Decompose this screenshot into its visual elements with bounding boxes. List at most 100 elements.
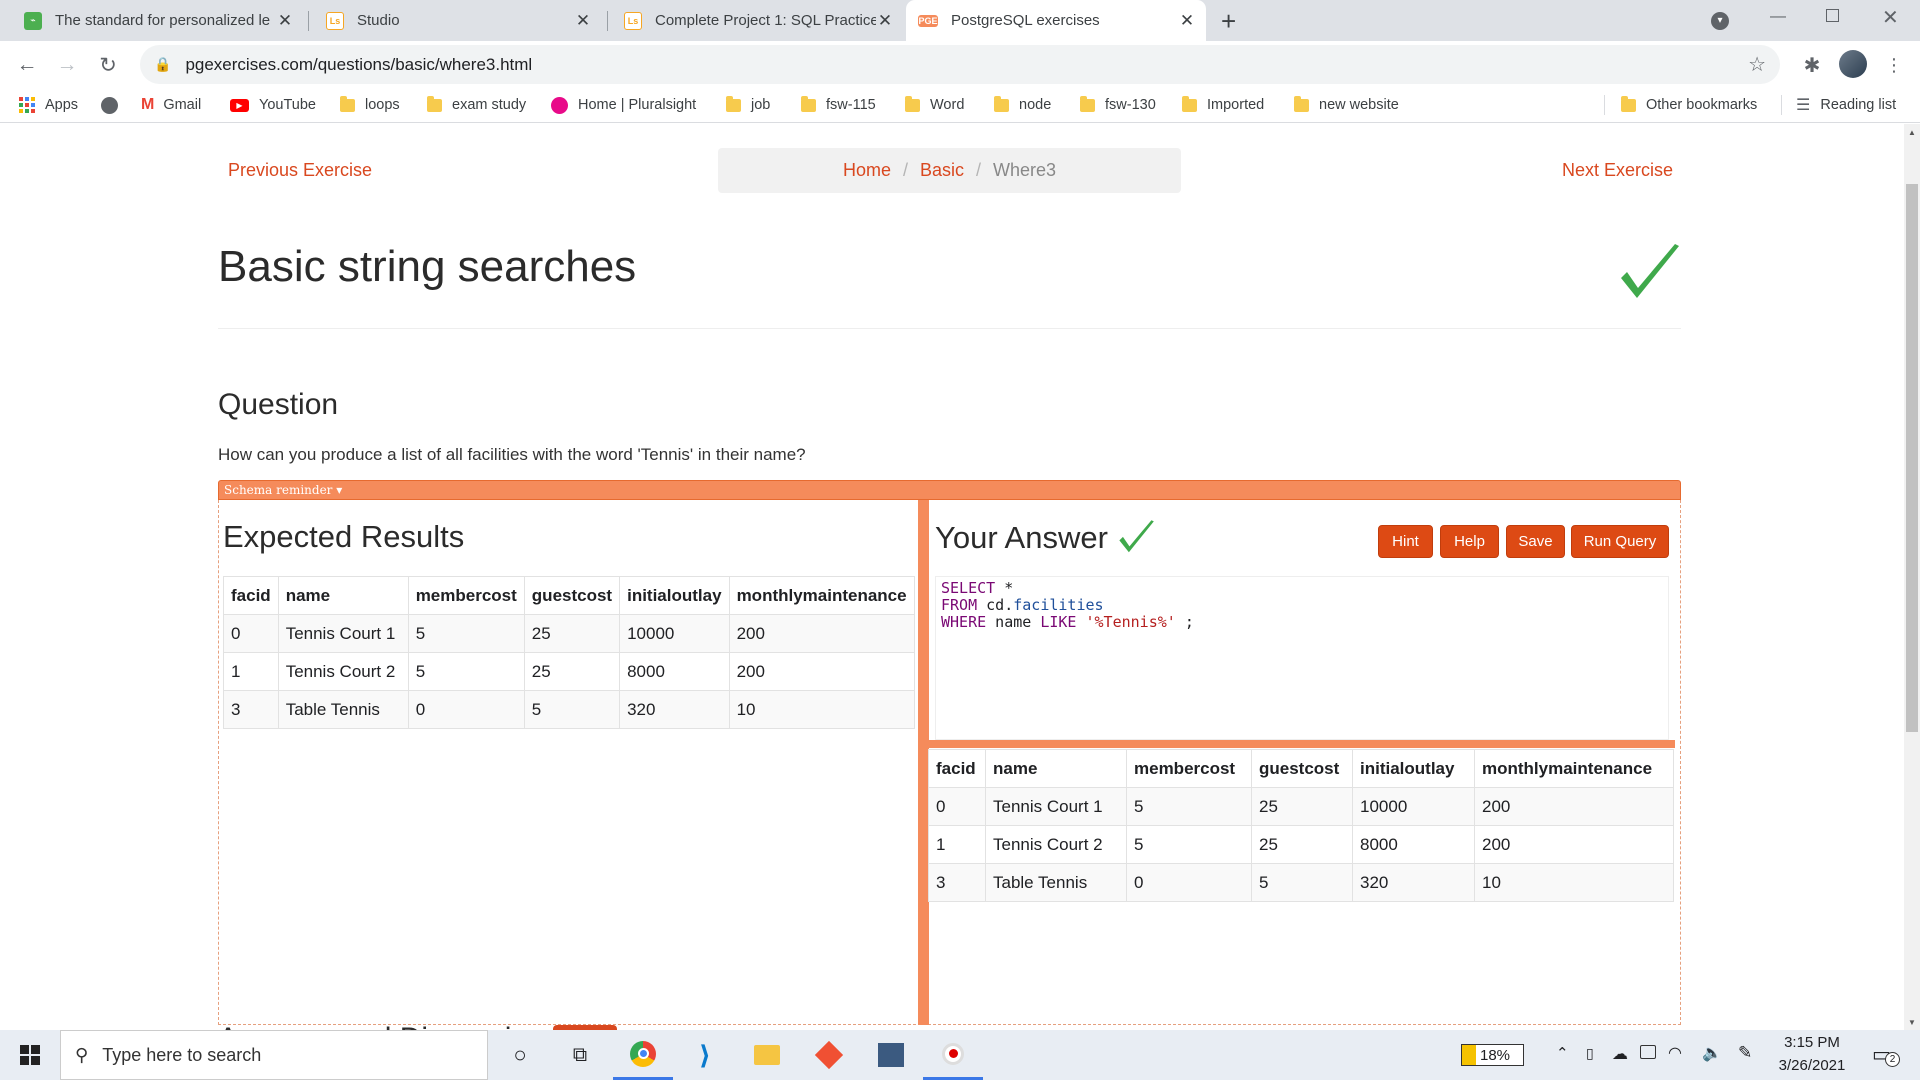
tab-sql-project[interactable]: Ls Complete Project 1: SQL Practice ✕ bbox=[612, 0, 904, 41]
sql-editor[interactable]: SELECT * FROM cd.facilities WHERE name L… bbox=[935, 576, 1669, 740]
tab-separator bbox=[607, 11, 608, 31]
tab-personalized[interactable]: ⌁ The standard for personalized le ✕ bbox=[12, 0, 304, 41]
bookmark-folder-new-website[interactable]: new website bbox=[1294, 88, 1399, 122]
bookmark-label: fsw-130 bbox=[1105, 97, 1156, 113]
page-scrollbar[interactable]: ▲ ▼ bbox=[1904, 124, 1920, 1030]
address-bar[interactable]: 🔒 pgexercises.com/questions/basic/where3… bbox=[140, 45, 1780, 84]
cortana-icon[interactable]: ○ bbox=[490, 1030, 550, 1080]
minimize-icon[interactable]: — bbox=[1770, 8, 1786, 26]
bookmark-folder-node[interactable]: node bbox=[994, 88, 1051, 122]
table-cell: 200 bbox=[1474, 825, 1674, 864]
sql-keyword: WHERE bbox=[941, 613, 987, 631]
tab-studio[interactable]: Ls Studio ✕ bbox=[314, 0, 602, 41]
breadcrumb-home[interactable]: Home bbox=[843, 160, 891, 181]
task-view-icon[interactable]: ⧉ bbox=[550, 1030, 610, 1080]
close-window-icon[interactable]: ✕ bbox=[1882, 5, 1899, 30]
url-text: pgexercises.com/questions/basic/where3.h… bbox=[185, 54, 533, 74]
tab-postgresql-exercises[interactable]: PGE PostgreSQL exercises ✕ bbox=[906, 0, 1206, 41]
bookmark-folder-fsw130[interactable]: fsw-130 bbox=[1080, 88, 1156, 122]
scroll-up-icon[interactable]: ▲ bbox=[1908, 128, 1916, 137]
taskbar-search-box[interactable]: ⚲ Type here to search bbox=[60, 1030, 488, 1080]
device-icon[interactable]: ▯ bbox=[1586, 1045, 1594, 1062]
table-cell: 5 bbox=[1251, 863, 1353, 902]
sql-tool-icon[interactable] bbox=[861, 1030, 921, 1080]
bookmark-gmail[interactable]: M Gmail bbox=[141, 88, 201, 122]
close-icon[interactable]: ✕ bbox=[574, 11, 592, 31]
pen-icon[interactable]: ✎ bbox=[1738, 1043, 1752, 1063]
volume-icon[interactable]: 🔈 bbox=[1702, 1043, 1722, 1063]
reload-icon[interactable]: ↻ bbox=[94, 51, 122, 79]
show-hidden-icons[interactable]: ⌃ bbox=[1556, 1044, 1569, 1062]
previous-exercise-link[interactable]: Previous Exercise bbox=[228, 160, 372, 181]
back-icon[interactable]: ← bbox=[13, 51, 41, 79]
app-tray-icon[interactable] bbox=[1640, 1045, 1656, 1059]
next-exercise-link[interactable]: Next Exercise bbox=[1562, 160, 1673, 181]
clock-date[interactable]: 3/26/2021 bbox=[1778, 1057, 1846, 1074]
chrome-taskbar-icon[interactable] bbox=[613, 1030, 673, 1080]
bookmark-folder-imported[interactable]: Imported bbox=[1182, 88, 1264, 122]
new-tab-button[interactable]: + bbox=[1221, 6, 1236, 37]
expected-results-heading: Expected Results bbox=[223, 519, 465, 554]
folder-icon bbox=[801, 95, 816, 112]
table-cell: 0 bbox=[223, 614, 279, 653]
vscode-taskbar-icon[interactable]: ⟩ bbox=[675, 1030, 735, 1080]
bookmark-apps[interactable]: Apps bbox=[19, 88, 78, 122]
column-header: membercost bbox=[407, 576, 525, 615]
notification-count: 2 bbox=[1885, 1052, 1900, 1067]
bookmark-pluralsight[interactable]: Home | Pluralsight bbox=[551, 88, 696, 122]
close-icon[interactable]: ✕ bbox=[876, 11, 894, 31]
code-line: WHERE name LIKE '%Tennis%' ; bbox=[941, 614, 1663, 631]
forward-icon[interactable]: → bbox=[53, 51, 81, 79]
windows-start-icon[interactable] bbox=[0, 1030, 60, 1080]
breadcrumb-basic[interactable]: Basic bbox=[920, 160, 964, 181]
column-header: initialoutlay bbox=[619, 576, 730, 615]
answers-discussion-heading: Answers and Discussion bbox=[218, 1022, 545, 1030]
bookmark-folder-fsw115[interactable]: fsw-115 bbox=[801, 88, 876, 122]
table-cell: 320 bbox=[1352, 863, 1475, 902]
bookmark-star-icon[interactable]: ☆ bbox=[1748, 52, 1766, 77]
file-explorer-icon[interactable] bbox=[737, 1030, 797, 1080]
restore-icon[interactable] bbox=[1826, 9, 1839, 22]
run-query-button[interactable]: Run Query bbox=[1571, 525, 1669, 558]
avatar[interactable] bbox=[1839, 50, 1867, 78]
tab-strip: ⌁ The standard for personalized le ✕ Ls … bbox=[0, 0, 1920, 41]
save-button[interactable]: Save bbox=[1506, 525, 1565, 558]
notifications-button[interactable]: ▭ 2 bbox=[1872, 1042, 1900, 1067]
bookmark-globe[interactable] bbox=[101, 88, 118, 122]
battery-indicator[interactable]: 18% bbox=[1461, 1044, 1524, 1066]
bookmark-folder-job[interactable]: job bbox=[726, 88, 770, 122]
scroll-down-icon[interactable]: ▼ bbox=[1908, 1018, 1916, 1027]
hint-button[interactable]: Hint bbox=[1378, 525, 1433, 558]
extensions-icon[interactable]: ✱ bbox=[1798, 51, 1826, 79]
clock-time[interactable]: 3:15 PM bbox=[1778, 1034, 1846, 1051]
bookmark-folder-word[interactable]: Word bbox=[905, 88, 964, 122]
recorder-icon[interactable] bbox=[923, 1030, 983, 1080]
reading-list-button[interactable]: ☰ Reading list bbox=[1796, 88, 1896, 122]
table-row: 0 Tennis Court 1 5 25 10000 200 bbox=[928, 787, 1674, 826]
bookmark-label: job bbox=[751, 97, 771, 113]
bookmark-folder-exam-study[interactable]: exam study bbox=[427, 88, 526, 122]
pge-logo-icon: PGE bbox=[918, 14, 938, 27]
bookmark-label: Home | Pluralsight bbox=[578, 97, 697, 113]
bookmark-youtube[interactable]: ▶ YouTube bbox=[230, 88, 316, 122]
wifi-icon[interactable]: ◠ bbox=[1668, 1043, 1682, 1063]
sql-string: '%Tennis%' bbox=[1076, 613, 1176, 631]
scrollbar-thumb[interactable] bbox=[1906, 184, 1918, 732]
help-button[interactable]: Help bbox=[1440, 525, 1499, 558]
table-row: 0 Tennis Court 1 5 25 10000 200 bbox=[223, 614, 915, 653]
onedrive-icon[interactable]: ☁ bbox=[1612, 1044, 1628, 1064]
sql-keyword: SELECT bbox=[941, 579, 996, 597]
schema-reminder-toggle[interactable]: Schema reminder ▾ bbox=[218, 480, 1681, 500]
close-icon[interactable]: ✕ bbox=[1178, 11, 1196, 31]
table-cell: 25 bbox=[1251, 825, 1353, 864]
tab-search-icon[interactable]: ▾ bbox=[1711, 12, 1729, 30]
git-gui-icon[interactable] bbox=[799, 1030, 859, 1080]
bookmark-folder-loops[interactable]: loops bbox=[340, 88, 400, 122]
page-title: Basic string searches bbox=[218, 242, 637, 291]
bookmark-other[interactable]: Other bookmarks bbox=[1621, 88, 1757, 122]
editor-resize-handle[interactable] bbox=[929, 740, 1675, 748]
column-header: facid bbox=[223, 576, 279, 615]
menu-kebab-icon[interactable]: ⋮ bbox=[1880, 51, 1908, 79]
bookmark-label: exam study bbox=[452, 97, 527, 113]
close-icon[interactable]: ✕ bbox=[276, 11, 294, 31]
